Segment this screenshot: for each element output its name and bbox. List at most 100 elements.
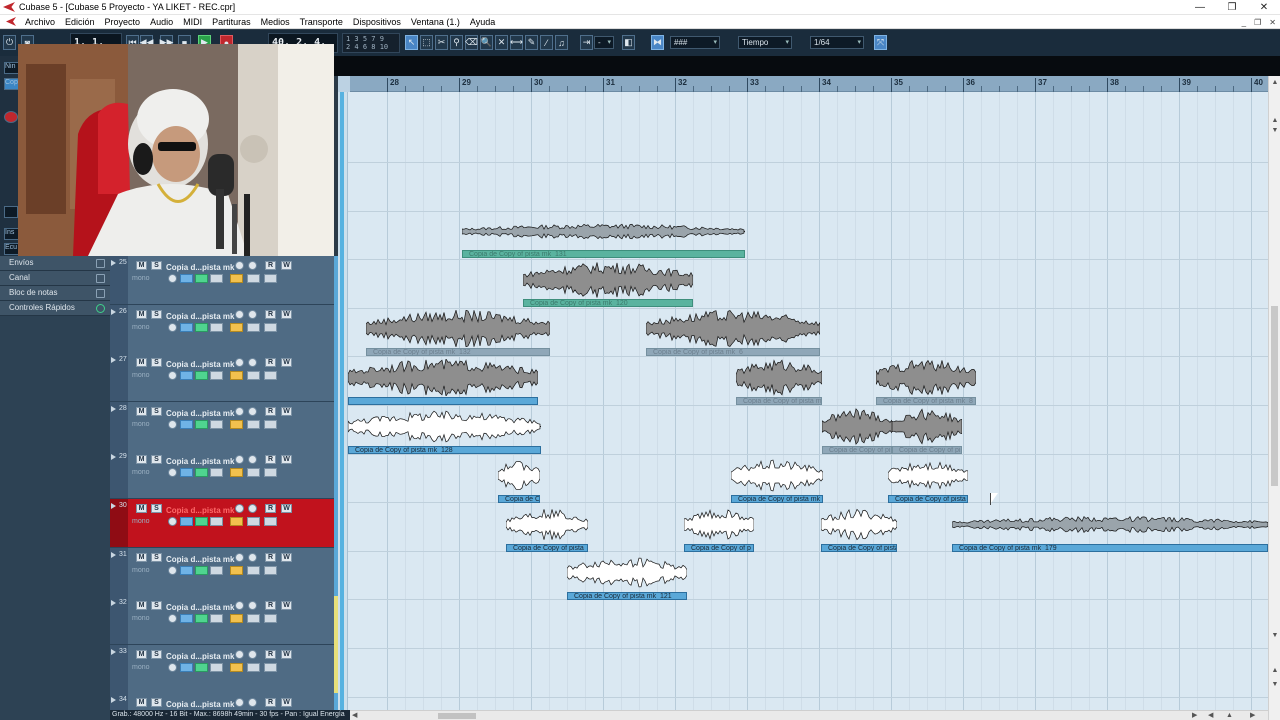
track-row[interactable]: 30 M S Copia d...pista mk R Wmono	[110, 499, 338, 548]
vertical-scrollbar[interactable]: ▲ ▲ ▼ ▼ ▲ ▼	[1268, 76, 1280, 720]
solo-button[interactable]: S	[151, 553, 162, 562]
mute-button[interactable]: M	[136, 504, 147, 513]
track-name[interactable]: Copia d...pista mk	[166, 263, 234, 272]
lock-icon[interactable]	[230, 420, 243, 429]
menu-partituras[interactable]: Partituras	[207, 17, 256, 27]
inspector-canal[interactable]: Canal	[0, 271, 110, 286]
read-automation-button[interactable]: R	[265, 504, 276, 513]
record-enable-icon[interactable]	[248, 650, 257, 659]
solo-button[interactable]: S	[151, 261, 162, 270]
write-automation-button[interactable]: W	[281, 601, 292, 610]
lock-icon[interactable]	[230, 323, 243, 332]
inserts-icon[interactable]	[264, 663, 277, 672]
lanes-icon[interactable]	[180, 323, 193, 332]
lock-icon[interactable]	[230, 468, 243, 477]
snap-to-grid-icon[interactable]: ⤧	[874, 35, 887, 50]
edit-channel-icon[interactable]	[168, 274, 177, 283]
inserts-icon[interactable]	[264, 371, 277, 380]
expand-track-icon[interactable]	[111, 260, 116, 266]
mute-button[interactable]: M	[136, 407, 147, 416]
folder-icon[interactable]	[247, 371, 260, 380]
timeline-ruler[interactable]: 28 29 30 31 32 33 34 35 36 37 38 39 40	[338, 76, 1268, 92]
folder-icon[interactable]	[247, 323, 260, 332]
mute-button[interactable]: M	[136, 358, 147, 367]
menu-ayuda[interactable]: Ayuda	[465, 17, 500, 27]
menu-ventana[interactable]: Ventana (1.)	[406, 17, 465, 27]
erase-tool-icon[interactable]: ⌫	[465, 35, 478, 50]
audio-event[interactable]: Copia de Copy of pista mk_120	[523, 262, 693, 307]
doc-restore-button[interactable]: ❐	[1254, 18, 1261, 27]
audio-event[interactable]: Copia de Copy of p	[684, 506, 754, 552]
edit-icon[interactable]	[96, 259, 105, 268]
monitor-icon[interactable]	[235, 553, 244, 562]
monitor-icon[interactable]	[235, 358, 244, 367]
solo-button[interactable]: S	[151, 601, 162, 610]
folder-icon[interactable]	[247, 468, 260, 477]
record-enable-icon[interactable]	[248, 455, 257, 464]
audio-event[interactable]	[348, 359, 538, 405]
expand-track-icon[interactable]	[111, 454, 116, 460]
audio-event[interactable]: Copia de Copy of pista	[892, 408, 962, 454]
audio-event[interactable]: Copia de Copy of pista mk_121	[567, 554, 687, 600]
menu-edicion[interactable]: Edición	[60, 17, 100, 27]
draw-tool-icon[interactable]: ✎	[525, 35, 538, 50]
folder-icon[interactable]	[247, 566, 260, 575]
audio-event[interactable]: Copia de Copy of pista	[888, 457, 968, 503]
menu-audio[interactable]: Audio	[145, 17, 178, 27]
menu-transporte[interactable]: Transporte	[295, 17, 348, 27]
timebase-icon[interactable]	[195, 323, 208, 332]
read-automation-button[interactable]: R	[265, 455, 276, 464]
freeze-icon[interactable]	[210, 468, 223, 477]
freeze-icon[interactable]	[210, 323, 223, 332]
expand-track-icon[interactable]	[111, 309, 116, 315]
write-automation-button[interactable]: W	[281, 455, 292, 464]
write-automation-button[interactable]: W	[281, 407, 292, 416]
folder-icon[interactable]	[247, 274, 260, 283]
lanes-icon[interactable]	[180, 274, 193, 283]
freeze-icon[interactable]	[210, 371, 223, 380]
menu-midi[interactable]: MIDI	[178, 17, 207, 27]
mute-tool-icon[interactable]: ✕	[495, 35, 508, 50]
snap-to-zero-icon[interactable]: ◧	[622, 35, 635, 50]
record-enable-icon[interactable]	[248, 310, 257, 319]
zoom-in-h-icon[interactable]: ▶	[1250, 711, 1255, 720]
line-tool-icon[interactable]: ⁄	[540, 35, 553, 50]
scroll-right-icon[interactable]: ▶	[1192, 711, 1197, 720]
solo-button[interactable]: S	[151, 650, 162, 659]
record-enable-icon[interactable]	[248, 698, 257, 707]
timebase-icon[interactable]	[195, 371, 208, 380]
lock-icon[interactable]	[230, 371, 243, 380]
doc-minimize-button[interactable]: _	[1242, 18, 1246, 27]
solo-button[interactable]: S	[151, 358, 162, 367]
lanes-icon[interactable]	[180, 663, 193, 672]
mute-button[interactable]: M	[136, 261, 147, 270]
track-name[interactable]: Copia d...pista mk	[166, 652, 234, 661]
freeze-icon[interactable]	[210, 614, 223, 623]
inserts-icon[interactable]	[264, 517, 277, 526]
freeze-icon[interactable]	[210, 274, 223, 283]
lock-icon[interactable]	[230, 566, 243, 575]
menu-dispositivos[interactable]: Dispositivos	[348, 17, 406, 27]
write-automation-button[interactable]: W	[281, 261, 292, 270]
monitor-icon[interactable]	[235, 698, 244, 707]
grid-type-select[interactable]: ###	[670, 36, 720, 49]
marker-locators[interactable]: 1 3 5 7 9 2 4 6 8 10	[342, 33, 400, 53]
inspector-controles-rapidos[interactable]: Controles Rápidos	[0, 301, 110, 316]
folder-icon[interactable]	[247, 517, 260, 526]
lock-icon[interactable]	[230, 614, 243, 623]
lock-icon[interactable]	[230, 274, 243, 283]
autoscroll-icon[interactable]: ⇥	[580, 35, 593, 50]
expand-track-icon[interactable]	[111, 357, 116, 363]
mute-button[interactable]: M	[136, 310, 147, 319]
zoom-out-icon[interactable]: ▼	[1270, 680, 1280, 690]
audio-event[interactable]: Copia de Copy of pista mk_6	[646, 310, 820, 356]
timebase-icon[interactable]	[195, 468, 208, 477]
zoom-slider-icon[interactable]: ▲	[1226, 711, 1233, 720]
write-automation-button[interactable]: W	[281, 310, 292, 319]
lanes-icon[interactable]	[180, 517, 193, 526]
expand-track-icon[interactable]	[111, 552, 116, 558]
monitor-icon[interactable]	[235, 261, 244, 270]
snap-on-icon[interactable]: ⧓	[651, 35, 664, 50]
track-name[interactable]: Copia d...pista mk	[166, 312, 234, 321]
record-enable-icon[interactable]	[248, 407, 257, 416]
